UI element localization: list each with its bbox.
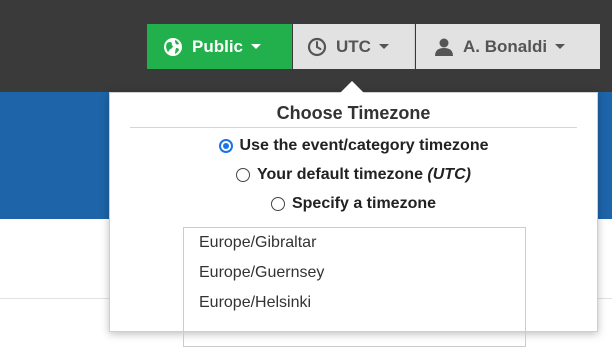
radio-label-suffix: (UTC) xyxy=(427,166,471,183)
radio-unselected-icon[interactable] xyxy=(236,168,251,182)
popover-title: Choose Timezone xyxy=(276,103,431,123)
timezone-button-label: UTC xyxy=(336,36,371,56)
radio-unselected-icon[interactable] xyxy=(270,197,285,211)
radio-event-timezone[interactable]: Use the event/category timezone xyxy=(110,137,597,155)
user-menu-button[interactable]: A. Bonaldi xyxy=(416,24,600,69)
radio-label: Use the event/category timezone xyxy=(239,137,489,154)
public-button[interactable]: Public xyxy=(147,24,292,69)
radio-label: Specify a timezone xyxy=(291,195,437,212)
timezone-button[interactable]: UTC xyxy=(293,24,415,69)
timezone-list[interactable]: Europe/Gibraltar Europe/Guernsey Europe/… xyxy=(183,227,526,347)
chevron-down-icon xyxy=(251,44,262,49)
radio-default-timezone[interactable]: Your default timezone (UTC) xyxy=(110,166,597,184)
radio-specify-timezone[interactable]: Specify a timezone xyxy=(110,195,597,213)
radio-label: Your default timezone (UTC) xyxy=(257,166,471,184)
user-name-label: A. Bonaldi xyxy=(463,36,548,56)
list-item[interactable]: Europe/Gibraltar xyxy=(184,228,525,258)
radio-label-prefix: Your default timezone xyxy=(257,166,428,183)
popover-arrow xyxy=(340,81,364,93)
clock-icon xyxy=(307,37,327,57)
user-icon xyxy=(434,38,454,56)
chevron-down-icon xyxy=(555,44,566,49)
list-item[interactable]: Europe/Helsinki xyxy=(184,288,525,318)
public-button-label: Public xyxy=(192,36,244,56)
chevron-down-icon xyxy=(378,44,389,49)
globe-icon xyxy=(163,37,183,57)
popover-divider xyxy=(130,127,577,128)
timezone-popover: Choose Timezone Use the event/category t… xyxy=(109,92,598,347)
list-item[interactable]: Europe/Guernsey xyxy=(184,258,525,288)
radio-selected-icon[interactable] xyxy=(218,139,233,153)
